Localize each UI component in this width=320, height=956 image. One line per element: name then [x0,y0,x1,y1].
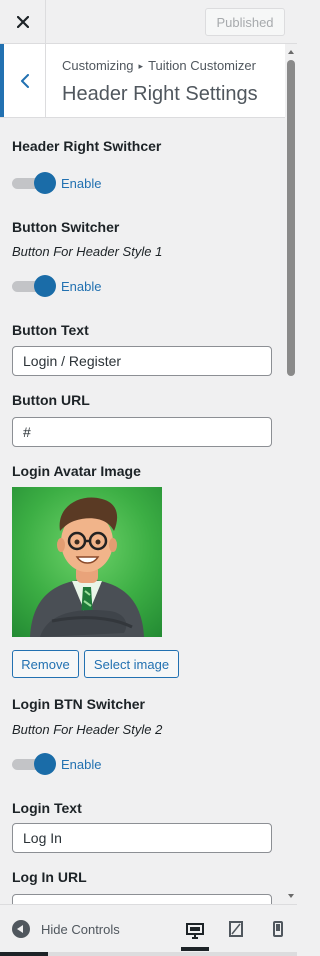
button-switcher-toggle[interactable] [12,275,56,297]
login-text-title: Login Text [12,800,82,816]
breadcrumb-separator-icon: ▸ [138,61,144,71]
close-button[interactable] [0,0,46,44]
header-right-switcher-toggle[interactable] [12,172,56,194]
toggle-knob [34,275,56,297]
bottom-strip-indicator [0,952,48,956]
header-right-switcher-label[interactable]: Enable [61,176,101,191]
mobile-icon [273,921,283,937]
arrow-left-circle-icon [12,920,30,938]
login-btn-switcher-description: Button For Header Style 2 [12,722,163,737]
customizer-topbar: Published [0,0,297,44]
scrollbar-thumb[interactable] [287,60,295,376]
controls-panel: Header Right Swithcer Enable Button Swit… [0,118,285,904]
login-avatar-title: Login Avatar Image [12,463,141,479]
button-text-title: Button Text [12,322,89,338]
hide-controls-button[interactable]: Hide Controls [12,917,120,941]
login-text-input[interactable]: Log In [12,823,272,853]
close-icon [16,16,29,28]
button-url-input[interactable]: # [12,417,272,447]
bottom-strip [0,952,297,956]
avatar-illustration [30,497,144,637]
toggle-knob [34,172,56,194]
button-url-title: Button URL [12,392,90,408]
preview-tablet-button[interactable] [222,915,250,943]
preview-mobile-button[interactable] [264,915,292,943]
back-button[interactable] [0,44,46,117]
select-image-button[interactable]: Select image [84,650,179,678]
customizer-footer: Hide Controls [0,904,297,952]
button-text-input[interactable]: Login / Register [12,346,272,376]
desktop-icon [186,923,204,939]
login-btn-switcher-title: Login BTN Switcher [12,696,145,712]
scroll-up-arrow-icon[interactable] [288,50,294,54]
scrollbar[interactable] [285,44,297,904]
breadcrumb: Customizing ▸ Tuition Customizer [62,58,256,73]
preview-desktop-button[interactable] [181,915,209,951]
remove-image-button[interactable]: Remove [12,650,79,678]
chevron-left-icon [20,73,29,88]
header-right-switcher-title: Header Right Swithcer [12,138,162,154]
login-url-title: Log In URL [12,869,87,885]
toggle-knob [34,753,56,775]
breadcrumb-parent: Tuition Customizer [148,58,256,73]
tablet-icon [229,921,243,937]
panel-title: Header Right Settings [62,83,258,105]
login-btn-switcher-label[interactable]: Enable [61,757,101,772]
login-btn-switcher-toggle[interactable] [12,753,56,775]
login-url-input[interactable]: # [12,894,272,904]
button-switcher-description: Button For Header Style 1 [12,244,163,259]
scroll-down-arrow-icon[interactable] [288,894,294,898]
button-switcher-title: Button Switcher [12,219,120,235]
avatar-image [12,487,162,637]
section-header: Customizing ▸ Tuition Customizer Header Ri… [0,44,285,118]
hide-controls-label: Hide Controls [41,921,120,937]
publish-button[interactable]: Published [205,8,285,36]
breadcrumb-root: Customizing [62,58,134,73]
button-switcher-label[interactable]: Enable [61,279,101,294]
